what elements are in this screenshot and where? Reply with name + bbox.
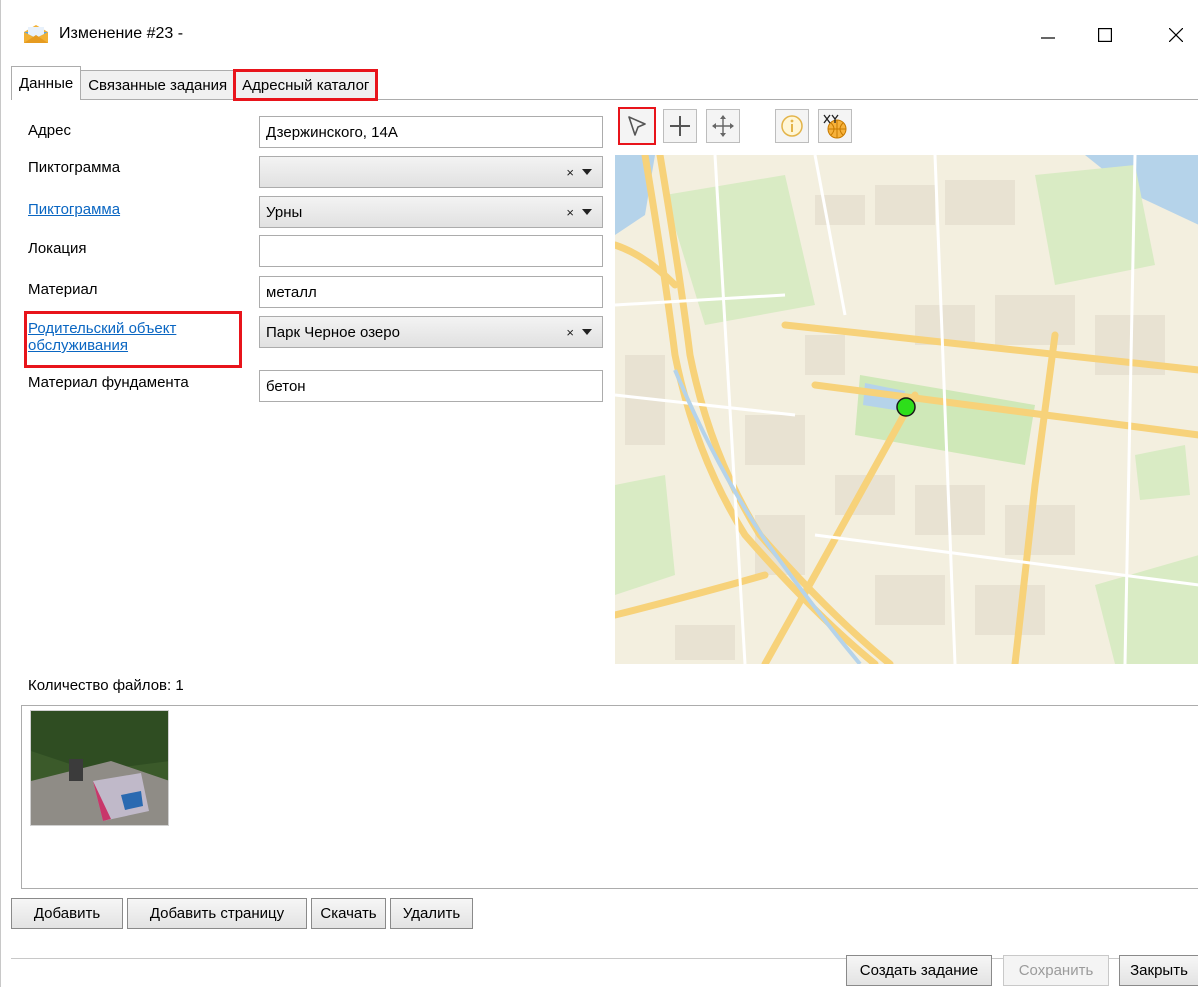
coordinates-tool-button[interactable]: [818, 109, 852, 143]
close-button[interactable]: [1153, 16, 1198, 54]
file-thumbnail[interactable]: [30, 710, 169, 826]
create-task-button[interactable]: Создать задание: [846, 955, 992, 986]
close-dialog-button[interactable]: Закрыть: [1119, 955, 1198, 986]
window-title: Изменение #23 -: [59, 25, 184, 42]
maximize-icon: [1098, 28, 1112, 42]
parent-object-select[interactable]: Парк Черное озеро ×: [259, 316, 603, 348]
tab-address-catalog[interactable]: Адресный каталог: [233, 69, 379, 101]
material-label: Материал: [28, 281, 98, 298]
park-area: [1095, 555, 1198, 664]
add-point-icon: [670, 116, 690, 136]
tab-label: Адресный каталог: [242, 77, 370, 94]
save-button[interactable]: Сохранить: [1003, 955, 1109, 986]
parent-object-link-line1: Родительский объект: [28, 320, 177, 337]
pictogram-value: Урны: [266, 203, 303, 221]
parent-object-link[interactable]: Родительский объект обслуживания: [28, 320, 176, 354]
download-button[interactable]: Скачать: [311, 898, 386, 929]
parent-object-value: Парк Черное озеро: [266, 323, 400, 341]
foundation-field[interactable]: бетон: [259, 370, 603, 402]
pictogram-link[interactable]: Пиктограмма: [28, 201, 120, 218]
address-label: Адрес: [28, 122, 71, 139]
tab-related-tasks[interactable]: Связанные задания: [80, 70, 236, 100]
minimize-button[interactable]: [1025, 16, 1071, 54]
address-value: Дзержинского, 14А: [266, 123, 398, 141]
close-icon: [1169, 28, 1183, 42]
select-arrow-icon: [628, 116, 646, 136]
pictogram-select-empty[interactable]: ×: [259, 156, 603, 188]
foundation-label: Материал фундамента: [28, 374, 189, 391]
pictogram-select[interactable]: Урны ×: [259, 196, 603, 228]
pictogram-label: Пиктограмма: [28, 159, 121, 176]
park-area: [1035, 165, 1155, 285]
title-bar: Изменение #23 -: [1, 0, 1198, 64]
park-area: [665, 175, 815, 325]
tab-strip: Данные Связанные задания Адресный катало…: [11, 66, 379, 101]
location-label: Локация: [28, 240, 87, 257]
dropdown-arrow-icon[interactable]: [582, 329, 592, 335]
xy-coordinates-icon: [823, 114, 847, 139]
minimize-icon: [1041, 37, 1055, 39]
info-tool-button[interactable]: [775, 109, 809, 143]
tab-data[interactable]: Данные: [11, 66, 82, 100]
tab-underline: [11, 99, 1198, 100]
add-page-button[interactable]: Добавить страницу: [127, 898, 307, 929]
material-field[interactable]: металл: [259, 276, 603, 308]
pan-icon: [712, 115, 734, 137]
add-point-tool-button[interactable]: [663, 109, 697, 143]
clear-icon[interactable]: ×: [566, 325, 574, 340]
material-value: металл: [266, 283, 317, 301]
map-canvas[interactable]: [615, 155, 1198, 664]
select-tool-button[interactable]: [618, 107, 656, 145]
dropdown-arrow-icon[interactable]: [582, 169, 592, 175]
tab-label: Данные: [19, 75, 74, 92]
parent-object-link-line2: обслуживания: [28, 337, 129, 354]
park-area: [1135, 445, 1190, 500]
clear-icon[interactable]: ×: [566, 205, 574, 220]
pan-tool-button[interactable]: [706, 109, 740, 143]
maximize-button[interactable]: [1082, 16, 1128, 54]
tab-label: Связанные задания: [88, 77, 228, 94]
info-icon: [781, 115, 803, 137]
envelope-icon: [23, 24, 49, 44]
dropdown-arrow-icon[interactable]: [582, 209, 592, 215]
foundation-value: бетон: [266, 377, 306, 395]
files-count-label: Количество файлов: 1: [28, 677, 184, 694]
delete-button[interactable]: Удалить: [390, 898, 473, 929]
park-area: [615, 475, 675, 595]
files-list: [21, 705, 1198, 889]
location-field[interactable]: [259, 235, 603, 267]
clear-icon[interactable]: ×: [566, 165, 574, 180]
address-field[interactable]: Дзержинского, 14А: [259, 116, 603, 148]
map-view[interactable]: [615, 155, 1198, 664]
add-file-button[interactable]: Добавить: [11, 898, 123, 929]
location-marker: [896, 397, 916, 417]
dialog-window: Изменение #23 - Данные Связанные задания…: [0, 0, 1198, 987]
